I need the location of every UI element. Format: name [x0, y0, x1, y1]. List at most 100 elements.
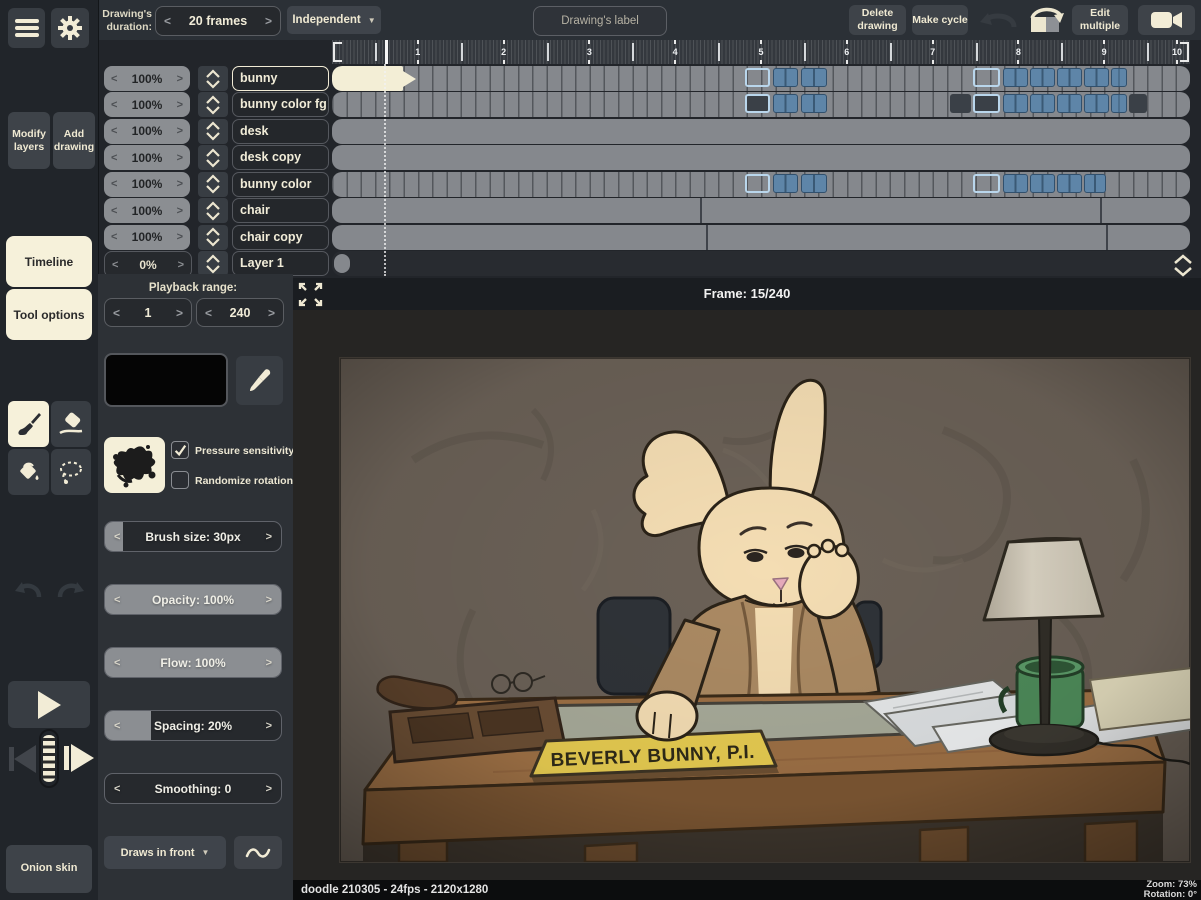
- timeline-cell[interactable]: [773, 173, 798, 193]
- current-drawing-block[interactable]: [332, 66, 403, 91]
- timeline-cell[interactable]: [1111, 94, 1127, 114]
- layer-track[interactable]: [332, 224, 1190, 250]
- layer-track[interactable]: [332, 118, 1190, 144]
- timeline-cell[interactable]: [1057, 173, 1082, 193]
- layer-reorder-button[interactable]: [198, 198, 228, 224]
- layer-reorder-button[interactable]: [198, 145, 228, 171]
- playhead-line[interactable]: [384, 64, 386, 276]
- fill-tool-button[interactable]: [8, 449, 49, 495]
- layer-name-field[interactable]: bunny: [232, 66, 329, 91]
- layer-name-field[interactable]: bunny color: [232, 171, 329, 197]
- layer-opacity-stepper[interactable]: <100% >: [104, 145, 190, 171]
- brush-size-slider[interactable]: < Brush size: 30px >: [104, 521, 282, 552]
- timeline-cell[interactable]: [773, 94, 798, 114]
- layer-track[interactable]: [332, 171, 1190, 197]
- pressure-sensitivity-checkbox[interactable]: [171, 441, 189, 459]
- timeline-cell[interactable]: [973, 94, 1000, 114]
- opacity-slider[interactable]: < Opacity: 100% >: [104, 584, 282, 615]
- timeline-ruler[interactable]: 1 2 3 4 5 6 7 8 9 10: [332, 40, 1190, 64]
- collapse-timeline-button[interactable]: [1170, 252, 1196, 278]
- timeline-cell[interactable]: [1084, 94, 1109, 114]
- mode-dropdown[interactable]: Independent ▼: [287, 6, 381, 34]
- layer-track[interactable]: [332, 145, 1190, 171]
- color-swatch[interactable]: [104, 353, 228, 407]
- flow-slider[interactable]: < Flow: 100% >: [104, 647, 282, 678]
- timeline-cell[interactable]: [973, 173, 1000, 193]
- timeline-cell[interactable]: [973, 68, 1000, 87]
- redo-button[interactable]: [1026, 5, 1068, 35]
- layer-reorder-button[interactable]: [198, 66, 228, 91]
- settings-button[interactable]: [51, 8, 89, 48]
- timeline-cell[interactable]: [1111, 68, 1127, 87]
- layer-name-field[interactable]: desk copy: [232, 145, 329, 171]
- timeline-cell[interactable]: [773, 68, 798, 87]
- layer-track[interactable]: [332, 92, 1190, 118]
- drawing-block[interactable]: [334, 254, 350, 274]
- layer-track[interactable]: [332, 251, 1190, 277]
- layer-opacity-stepper[interactable]: <100% >: [104, 171, 190, 197]
- duration-stepper[interactable]: < 20 frames >: [155, 6, 281, 36]
- timeline-cell[interactable]: [1003, 68, 1028, 87]
- timeline-cell[interactable]: [801, 173, 827, 193]
- randomize-rotation-checkbox[interactable]: [171, 471, 189, 489]
- drawings-label-button[interactable]: Drawing's label: [533, 6, 667, 36]
- undo-sidebar-button[interactable]: [12, 575, 44, 603]
- timeline-cell[interactable]: [1003, 94, 1028, 114]
- modify-layers-button[interactable]: Modify layers: [8, 112, 50, 169]
- play-button[interactable]: [8, 681, 90, 728]
- export-video-button[interactable]: [1138, 5, 1195, 35]
- redo-sidebar-button[interactable]: [55, 575, 87, 603]
- scrub-wheel[interactable]: [39, 729, 59, 788]
- timeline-cell[interactable]: [801, 68, 827, 87]
- drawing-block-handle[interactable]: [403, 70, 416, 87]
- playhead-tick[interactable]: [384, 40, 388, 64]
- layer-opacity-stepper[interactable]: <100% >: [104, 66, 190, 91]
- lasso-tool-button[interactable]: [51, 449, 91, 495]
- layer-name-field[interactable]: bunny color fg: [232, 92, 329, 118]
- layer-reorder-button[interactable]: [198, 118, 228, 144]
- layer-name-field[interactable]: desk: [232, 118, 329, 144]
- brush-preview[interactable]: [104, 437, 165, 493]
- playback-end-stepper[interactable]: < 240 >: [196, 298, 284, 327]
- timeline-cell[interactable]: [745, 173, 770, 193]
- timeline-cell[interactable]: [1030, 173, 1055, 193]
- layer-track[interactable]: [332, 198, 1190, 224]
- timeline-cell[interactable]: [1030, 94, 1055, 114]
- duration-decrement[interactable]: <: [156, 14, 179, 28]
- timeline-cell[interactable]: [1030, 68, 1055, 87]
- canvas-artwork[interactable]: BEVERLY BUNNY, P.I.: [293, 310, 1201, 880]
- layer-opacity-stepper[interactable]: <100% >: [104, 92, 190, 118]
- timeline-cell[interactable]: [1057, 68, 1082, 87]
- layer-track[interactable]: [332, 66, 1190, 91]
- layer-name-field[interactable]: chair: [232, 198, 329, 224]
- smoothing-curve-button[interactable]: [234, 836, 282, 869]
- timeline-cell[interactable]: [950, 94, 971, 114]
- draws-in-front-dropdown[interactable]: Draws in front ▼: [104, 836, 226, 869]
- timeline-cell[interactable]: [1084, 68, 1109, 87]
- timeline-cell[interactable]: [1129, 94, 1147, 114]
- delete-drawing-button[interactable]: Delete drawing: [849, 5, 906, 35]
- timeline-cell[interactable]: [1057, 94, 1082, 114]
- eyedropper-button[interactable]: [236, 356, 283, 405]
- duration-increment[interactable]: >: [257, 14, 280, 28]
- brush-tool-button[interactable]: [8, 401, 49, 447]
- layer-name-field[interactable]: chair copy: [232, 224, 329, 250]
- tab-tool-options[interactable]: Tool options: [6, 289, 92, 340]
- undo-button[interactable]: [974, 7, 1022, 33]
- layer-name-field[interactable]: Layer 1: [232, 251, 329, 277]
- timeline-cell[interactable]: [1003, 173, 1028, 193]
- layer-opacity-stepper[interactable]: <100% >: [104, 198, 190, 224]
- smoothing-slider[interactable]: < Smoothing: 0 >: [104, 773, 282, 804]
- timeline-cell[interactable]: [801, 94, 827, 114]
- step-back-button[interactable]: [6, 737, 38, 781]
- make-cycle-button[interactable]: Make cycle: [912, 5, 968, 35]
- drawing-canvas[interactable]: BEVERLY BUNNY, P.I.: [293, 310, 1201, 880]
- eraser-tool-button[interactable]: [51, 401, 91, 447]
- layer-reorder-button[interactable]: [198, 224, 228, 250]
- tab-timeline[interactable]: Timeline: [6, 236, 92, 287]
- timeline-cell[interactable]: [745, 68, 770, 87]
- step-forward-button[interactable]: [62, 735, 96, 781]
- menu-button[interactable]: [8, 8, 45, 48]
- layer-reorder-button[interactable]: [198, 251, 228, 277]
- onion-skin-button[interactable]: Onion skin: [6, 845, 92, 893]
